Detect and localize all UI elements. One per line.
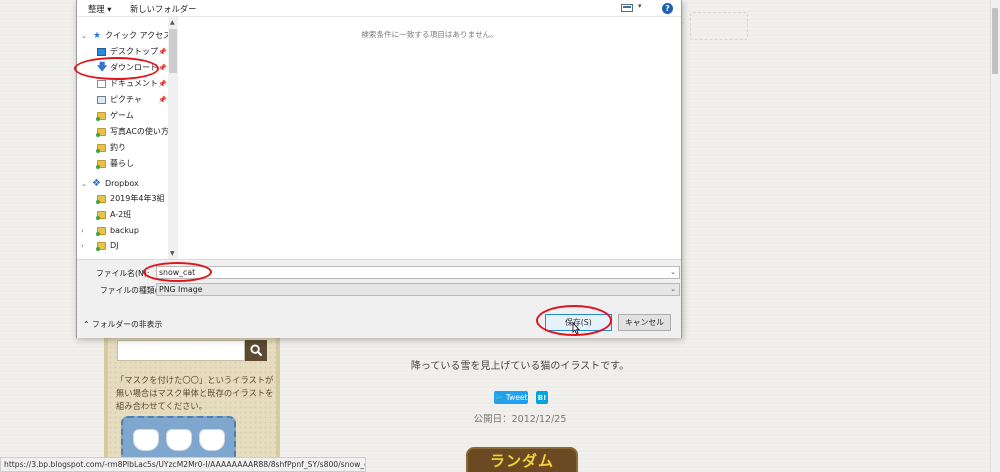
file-list-pane[interactable]: 検索条件に一致する項目はありません。 xyxy=(178,17,681,259)
chevron-right-icon[interactable]: › xyxy=(81,224,89,238)
pin-icon: 📌 xyxy=(158,48,167,56)
nav-item-games[interactable]: ゲーム xyxy=(77,109,167,123)
chevron-down-icon[interactable]: ⌄ xyxy=(81,29,89,43)
page-search-input[interactable] xyxy=(117,340,245,361)
random-banner-label: ランダム xyxy=(489,452,554,470)
nav-item-living[interactable]: 暮らし xyxy=(77,157,167,171)
hide-folders-toggle[interactable]: ⌃ フォルダーの非表示 xyxy=(83,319,162,330)
nav-dropbox[interactable]: ⌄ ❖ Dropbox xyxy=(77,177,167,191)
mask-info-text: 「マスクを付けた〇〇」というイラストが無い場合はマスク単体と既存のイラストを組み… xyxy=(116,375,274,411)
chevron-up-icon[interactable]: ▲ xyxy=(170,19,175,26)
nav-quick-access[interactable]: ⌄ ★ クイック アクセス xyxy=(77,29,171,43)
folder-icon xyxy=(96,144,106,153)
chevron-up-icon: ⌃ xyxy=(83,320,90,329)
organize-menu[interactable]: 整理 ▾ xyxy=(88,3,111,15)
nav-item-dj[interactable]: › DJ xyxy=(77,239,167,253)
pin-icon: 📌 xyxy=(158,80,167,88)
document-icon xyxy=(97,80,106,88)
empty-message: 検索条件に一致する項目はありません。 xyxy=(361,30,498,39)
help-icon[interactable]: ? xyxy=(662,3,673,14)
nav-item-backup[interactable]: › backup xyxy=(77,224,167,238)
nav-item-fishing[interactable]: 釣り xyxy=(77,141,167,155)
mask-icon xyxy=(198,429,225,451)
mask-icon xyxy=(132,429,159,451)
search-icon xyxy=(249,344,262,357)
desktop-icon xyxy=(97,48,106,56)
publish-date: 公開日：2012/12/25 xyxy=(473,414,567,425)
dialog-toolbar: 整理 ▾ 新しいフォルダー ▾ ? xyxy=(77,0,681,17)
dropbox-icon: ❖ xyxy=(92,178,101,189)
picture-icon xyxy=(97,96,106,104)
mask-icon xyxy=(165,429,192,451)
pin-icon: 📌 xyxy=(158,64,167,72)
hatena-bookmark-button[interactable]: B! xyxy=(536,391,548,404)
pin-icon: 📌 xyxy=(158,96,167,104)
nav-item-downloads[interactable]: 🡇 ダウンロード 📌 xyxy=(77,61,167,75)
cancel-button[interactable]: キャンセル xyxy=(618,314,671,331)
download-icon: 🡇 xyxy=(97,62,108,73)
nav-item-desktop[interactable]: デスクトップ 📌 xyxy=(77,45,167,59)
chevron-down-icon[interactable]: ⌄ xyxy=(670,268,676,276)
chevron-down-icon[interactable]: ⌄ xyxy=(81,177,89,191)
illustration-caption: 降っている雪を見上げている猫のイラストです。 xyxy=(410,361,630,372)
navigation-pane: ⌄ ★ クイック アクセス デスクトップ 📌 🡇 ダウンロード 📌 ドキュメント… xyxy=(77,17,178,259)
mouse-cursor-icon xyxy=(572,322,580,335)
tweet-button[interactable]: 🐦 Tweet xyxy=(494,391,528,404)
chevron-down-icon[interactable]: ▼ xyxy=(170,250,175,257)
nav-item-class[interactable]: 2019年4年3組 xyxy=(77,192,167,206)
filetype-value: PNG Image xyxy=(159,285,203,294)
folder-icon xyxy=(96,242,106,251)
nav-scrollbar-thumb[interactable] xyxy=(169,29,177,73)
folder-icon xyxy=(96,112,106,121)
hide-folders-label: フォルダーの非表示 xyxy=(92,320,163,329)
twitter-bird-icon: 🐦 xyxy=(494,393,504,402)
nav-item-group[interactable]: A-2班 xyxy=(77,208,167,222)
filename-label: ファイル名(N): xyxy=(96,269,150,278)
save-dialog: 整理 ▾ 新しいフォルダー ▾ ? ⌄ ★ クイック アクセス デスクトップ 📌… xyxy=(76,0,682,338)
page-scrollbar-thumb[interactable] xyxy=(992,8,998,74)
folder-icon xyxy=(96,227,106,236)
nav-scrollbar[interactable]: ▲ ▼ xyxy=(168,17,178,259)
view-dropdown-icon[interactable]: ▾ xyxy=(638,2,642,10)
random-banner[interactable]: ランダム xyxy=(466,447,578,472)
save-form: ファイル名(N): snow_cat ⌄ ファイルの種類(T): PNG Ima… xyxy=(77,259,681,338)
status-bar-url: https://3.bp.blogspot.com/-rm8PlbLac5s/U… xyxy=(0,457,366,472)
page-search-button[interactable] xyxy=(245,340,267,361)
nav-item-photo-ac[interactable]: 写真ACの使い方 xyxy=(77,125,169,139)
nav-item-documents[interactable]: ドキュメント 📌 xyxy=(77,77,167,91)
star-icon: ★ xyxy=(93,31,102,41)
view-options-icon[interactable] xyxy=(621,4,633,12)
filename-input[interactable]: snow_cat ⌄ xyxy=(156,266,680,279)
filetype-select[interactable]: PNG Image ⌄ xyxy=(156,283,680,296)
tweet-label: Tweet xyxy=(505,393,528,402)
chevron-right-icon[interactable]: › xyxy=(81,239,89,253)
nav-item-pictures[interactable]: ピクチャ 📌 xyxy=(77,93,167,107)
chevron-down-icon[interactable]: ⌄ xyxy=(670,285,676,293)
folder-icon xyxy=(96,195,106,204)
new-folder-button[interactable]: 新しいフォルダー xyxy=(130,3,196,15)
folder-icon xyxy=(96,128,106,137)
filename-value: snow_cat xyxy=(159,268,196,277)
folder-icon xyxy=(96,211,106,220)
page-top-box xyxy=(690,12,748,40)
folder-icon xyxy=(96,160,106,169)
